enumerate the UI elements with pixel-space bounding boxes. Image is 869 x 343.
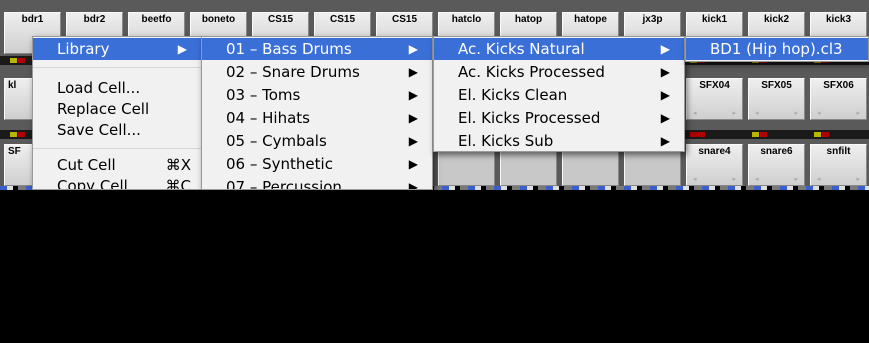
submenu-arrow-icon: ▶ (408, 65, 418, 79)
menu-item-label: El. Kicks Clean (458, 86, 568, 104)
cell-snfilt[interactable]: snfilt ◂ ▸ (810, 144, 867, 186)
menu-item-label: 03 – Toms (226, 86, 301, 104)
cell-snare4[interactable]: snare4 ◂ ▸ (686, 144, 743, 186)
menu-item-bd1-hip-hop[interactable]: BD1 (Hip hop).cl3 (686, 38, 868, 60)
submenu-arrow-icon: ▶ (660, 134, 670, 148)
menu-separator (33, 148, 201, 149)
led-indicator (690, 132, 697, 137)
menu-item-label: 01 – Bass Drums (226, 40, 352, 58)
menu-item-label: Replace Cell (57, 100, 150, 118)
cell-label: hatope (574, 14, 607, 25)
cell-label: kick1 (701, 14, 728, 25)
cell-label: CS15 (329, 14, 355, 25)
menu-item-label: Save Cell... (57, 121, 141, 139)
cell-label: kick2 (763, 14, 790, 25)
submenu-arrow-icon: ▶ (408, 180, 418, 189)
menu-item-ac-kicks-processed[interactable]: Ac. Kicks Processed ▶ (434, 61, 684, 83)
submenu-arrow-icon: ▶ (660, 42, 670, 56)
shortcut-label: ⌘X (165, 156, 191, 174)
submenu-arrow-icon: ▶ (408, 42, 418, 56)
cell-label: kick3 (825, 14, 852, 25)
cell-label: beetfo (141, 14, 172, 25)
menu-item-label: 06 – Synthetic (226, 155, 333, 173)
submenu-arrow-icon: ▶ (177, 42, 187, 56)
cell-sfx06[interactable]: SFX06 ◂ ▸ (810, 78, 867, 120)
cell-label: jx3p (642, 14, 663, 25)
menu-item-copy-cell[interactable]: Copy Cell ⌘C (33, 175, 201, 189)
menu-item-percussion[interactable]: 07 – Percussion ▶ (202, 176, 432, 189)
led-indicator (698, 132, 705, 137)
menu-item-label: Ac. Kicks Processed (458, 63, 605, 81)
black-area (0, 190, 869, 343)
menu-item-el-kicks-clean[interactable]: El. Kicks Clean ▶ (434, 84, 684, 106)
menu-item-label: El. Kicks Sub (458, 132, 554, 150)
cell-snare6[interactable]: snare6 ◂ ▸ (748, 144, 805, 186)
menu-item-library[interactable]: Library ▶ (33, 38, 201, 60)
menu-item-load-cell[interactable]: Load Cell... (33, 77, 201, 99)
menu-item-snare-drums[interactable]: 02 – Snare Drums ▶ (202, 61, 432, 83)
cell-sfx05[interactable]: SFX05 ◂ ▸ (748, 78, 805, 120)
library-submenu: 01 – Bass Drums ▶ 02 – Snare Drums ▶ 03 – … (201, 36, 433, 190)
submenu-arrow-icon: ▶ (408, 88, 418, 102)
submenu-arrow-icon: ▶ (408, 157, 418, 171)
submenu-arrow-icon: ▶ (660, 65, 670, 79)
cell-label: bdr1 (21, 14, 44, 25)
menu-item-label: 05 – Cymbals (226, 132, 327, 150)
menu-item-el-kicks-processed[interactable]: El. Kicks Processed ▶ (434, 107, 684, 129)
menu-item-label: Ac. Kicks Natural (458, 40, 585, 58)
led-indicator (752, 132, 759, 137)
menu-item-replace-cell[interactable]: Replace Cell (33, 98, 201, 120)
cell-label: bdr2 (83, 14, 106, 25)
cell-label: SFX06 (823, 80, 854, 91)
submenu-arrow-icon: ▶ (660, 88, 670, 102)
led-indicator (18, 132, 25, 137)
cell-label: CS15 (267, 14, 293, 25)
shortcut-label: ⌘C (165, 177, 191, 189)
submenu-arrow-icon: ▶ (408, 134, 418, 148)
menu-item-label: 04 – Hihats (226, 109, 310, 127)
menu-item-label: BD1 (Hip hop).cl3 (710, 40, 843, 58)
menu-item-label: Load Cell... (57, 79, 141, 97)
cell-label: boneto (201, 14, 236, 25)
menu-item-label: 07 – Percussion (226, 178, 342, 189)
cell-label: SFX05 (761, 80, 792, 91)
cell-label: snare6 (760, 146, 793, 157)
cell-label: snfilt (826, 146, 851, 157)
menu-item-ac-kicks-natural[interactable]: Ac. Kicks Natural ▶ (434, 38, 684, 60)
menu-separator (33, 67, 201, 68)
led-indicator (760, 132, 767, 137)
cell-label: hatop (514, 14, 543, 25)
cell-label: hatclo (451, 14, 482, 25)
menu-item-toms[interactable]: 03 – Toms ▶ (202, 84, 432, 106)
menu-item-save-cell[interactable]: Save Cell... (33, 119, 201, 141)
menu-item-cut-cell[interactable]: Cut Cell ⌘X (33, 154, 201, 176)
led-indicator (10, 132, 17, 137)
menu-item-hihats[interactable]: 04 – Hihats ▶ (202, 107, 432, 129)
led-indicator (18, 58, 25, 63)
cell-context-menu: Library ▶ Load Cell... Replace Cell Save… (32, 36, 202, 190)
menu-item-label: Cut Cell (57, 156, 116, 174)
submenu-arrow-icon: ▶ (660, 111, 670, 125)
cell-sfx04[interactable]: SFX04 ◂ ▸ (686, 78, 743, 120)
menu-item-label: El. Kicks Processed (458, 109, 601, 127)
cell-label: snare4 (698, 146, 731, 157)
menu-item-label: Copy Cell (57, 177, 128, 189)
led-indicator (814, 132, 821, 137)
cell-label: SFX04 (699, 80, 730, 91)
menu-item-label: 02 – Snare Drums (226, 63, 360, 81)
submenu-arrow-icon: ▶ (408, 111, 418, 125)
kick-files-submenu: BD1 (Hip hop).cl3 (685, 36, 869, 62)
menu-item-bass-drums[interactable]: 01 – Bass Drums ▶ (202, 38, 432, 60)
menu-item-el-kicks-sub[interactable]: El. Kicks Sub ▶ (434, 130, 684, 152)
led-indicator (822, 132, 829, 137)
menu-item-synthetic[interactable]: 06 – Synthetic ▶ (202, 153, 432, 175)
menu-item-cymbals[interactable]: 05 – Cymbals ▶ (202, 130, 432, 152)
led-indicator (10, 58, 17, 63)
cell-label: CS15 (391, 14, 417, 25)
bass-drums-submenu: Ac. Kicks Natural ▶ Ac. Kicks Processed ▶ … (433, 36, 685, 152)
menu-item-label: Library (57, 40, 110, 58)
